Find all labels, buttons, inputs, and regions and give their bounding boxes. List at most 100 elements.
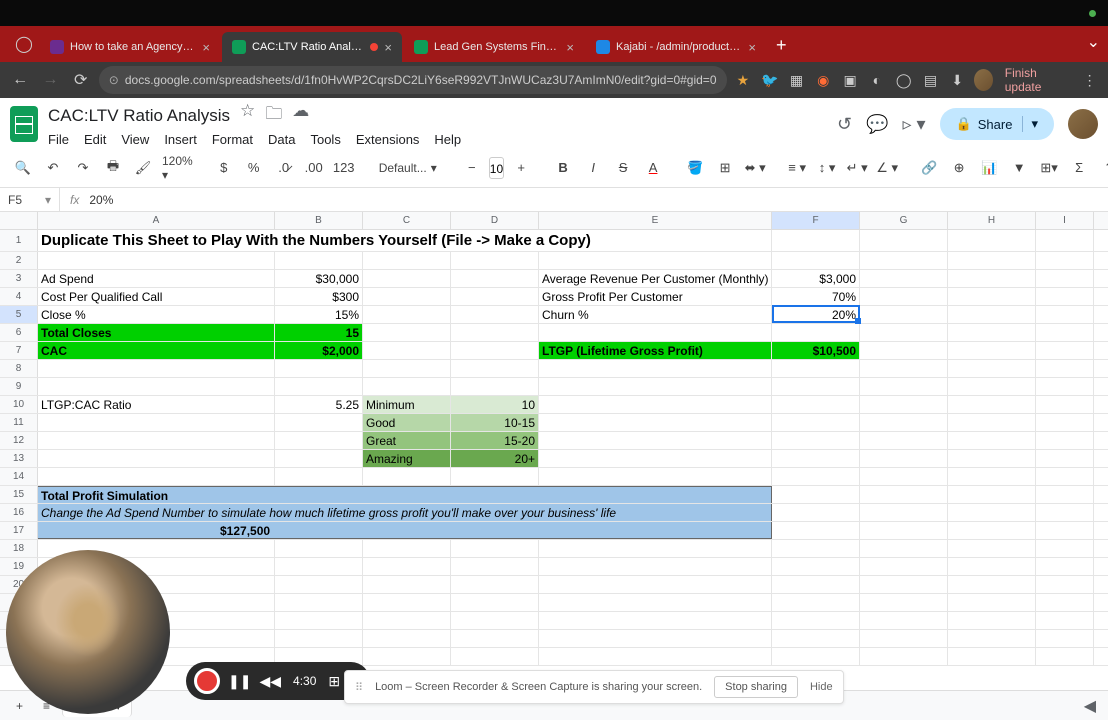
- cell[interactable]: [539, 396, 772, 413]
- cell[interactable]: [363, 252, 451, 269]
- menu-data[interactable]: Data: [268, 132, 295, 147]
- cell[interactable]: [539, 414, 772, 431]
- cell[interactable]: [1036, 522, 1094, 539]
- cell[interactable]: [38, 414, 275, 431]
- cell[interactable]: [860, 630, 948, 647]
- zoom-select[interactable]: 120% ▾: [160, 154, 195, 182]
- cell[interactable]: [772, 360, 860, 377]
- cell[interactable]: [38, 450, 275, 467]
- cell[interactable]: [451, 378, 539, 395]
- cell[interactable]: Good: [363, 414, 451, 431]
- row-header[interactable]: 14: [0, 468, 38, 485]
- cell[interactable]: [363, 612, 451, 629]
- menu-tools[interactable]: Tools: [310, 132, 340, 147]
- row-header[interactable]: 4: [0, 288, 38, 305]
- cell[interactable]: [772, 630, 860, 647]
- rotate-button[interactable]: ∠ ▾: [874, 155, 900, 181]
- row-header[interactable]: 8: [0, 360, 38, 377]
- increase-decimal-button[interactable]: .00: [301, 155, 327, 181]
- cell[interactable]: 70%: [772, 288, 860, 305]
- loom-camera-bubble[interactable]: [6, 550, 170, 714]
- borders-button[interactable]: ⊞: [712, 155, 738, 181]
- row-header[interactable]: 12: [0, 432, 38, 449]
- row-header[interactable]: 9: [0, 378, 38, 395]
- cell[interactable]: [772, 378, 860, 395]
- loom-rewind-button[interactable]: ◀◀: [259, 673, 281, 690]
- move-icon[interactable]: 🗀: [265, 101, 282, 130]
- cell[interactable]: [772, 450, 860, 467]
- row-header[interactable]: 2: [0, 252, 38, 269]
- cell[interactable]: 20+: [451, 450, 539, 467]
- cell[interactable]: [948, 288, 1036, 305]
- cell[interactable]: [860, 342, 948, 359]
- row-header[interactable]: 1: [0, 230, 38, 251]
- cell[interactable]: [948, 540, 1036, 557]
- cell[interactable]: [363, 558, 451, 575]
- menu-edit[interactable]: Edit: [84, 132, 106, 147]
- row-header[interactable]: 3: [0, 270, 38, 287]
- col-header-D[interactable]: D: [451, 212, 539, 229]
- cell[interactable]: [539, 360, 772, 377]
- sheets-logo-icon[interactable]: [10, 106, 38, 142]
- cell[interactable]: Total Profit Simulation: [38, 486, 772, 503]
- cell[interactable]: [539, 612, 772, 629]
- cell[interactable]: [1036, 576, 1094, 593]
- cell[interactable]: [948, 306, 1036, 323]
- cell[interactable]: $10,500: [772, 342, 860, 359]
- italic-button[interactable]: I: [580, 155, 606, 181]
- row-header[interactable]: 5: [0, 306, 38, 323]
- decrease-font-button[interactable]: −: [459, 155, 485, 181]
- cell[interactable]: [275, 612, 363, 629]
- cell[interactable]: [948, 486, 1036, 503]
- menu-view[interactable]: View: [121, 132, 149, 147]
- wrap-button[interactable]: ↵ ▾: [844, 155, 870, 181]
- merge-button[interactable]: ⬌ ▾: [742, 155, 768, 181]
- cell[interactable]: [275, 450, 363, 467]
- add-sheet-button[interactable]: +: [8, 695, 31, 717]
- increase-font-button[interactable]: +: [508, 155, 534, 181]
- cell[interactable]: [860, 450, 948, 467]
- cell[interactable]: [539, 468, 772, 485]
- cell[interactable]: [38, 432, 275, 449]
- cell[interactable]: [948, 324, 1036, 341]
- cell[interactable]: $3,000: [772, 270, 860, 287]
- browser-tab-0[interactable]: How to take an Agency/B2B... ×: [40, 32, 220, 62]
- browser-menu-icon[interactable]: ⋮: [1079, 68, 1100, 92]
- cell[interactable]: [772, 504, 860, 521]
- cell[interactable]: [860, 576, 948, 593]
- redo-button[interactable]: ↷: [70, 155, 96, 181]
- collapse-toolbar-button[interactable]: ⌃: [1096, 155, 1108, 181]
- cell[interactable]: [860, 558, 948, 575]
- cell[interactable]: [363, 360, 451, 377]
- menu-format[interactable]: Format: [212, 132, 253, 147]
- cell[interactable]: [948, 396, 1036, 413]
- decrease-decimal-button[interactable]: .0̷: [271, 155, 297, 181]
- cell[interactable]: [539, 558, 772, 575]
- cell[interactable]: [539, 540, 772, 557]
- col-header-G[interactable]: G: [860, 212, 948, 229]
- cell[interactable]: [275, 414, 363, 431]
- menu-insert[interactable]: Insert: [164, 132, 197, 147]
- cell[interactable]: [1036, 396, 1094, 413]
- cell[interactable]: [772, 558, 860, 575]
- cell[interactable]: [1036, 414, 1094, 431]
- cell[interactable]: [772, 486, 860, 503]
- cell[interactable]: [539, 378, 772, 395]
- cell[interactable]: LTGP:CAC Ratio: [38, 396, 275, 413]
- cell[interactable]: [772, 522, 860, 539]
- close-icon[interactable]: ×: [384, 40, 392, 55]
- cell[interactable]: 15: [275, 324, 363, 341]
- cell[interactable]: Average Revenue Per Customer (Monthly): [539, 270, 772, 287]
- cell[interactable]: [860, 486, 948, 503]
- font-size-input[interactable]: 10: [489, 157, 504, 179]
- cell[interactable]: [275, 360, 363, 377]
- cell[interactable]: [539, 594, 772, 611]
- cell[interactable]: [948, 342, 1036, 359]
- cell[interactable]: Ad Spend: [38, 270, 275, 287]
- cell[interactable]: [1036, 230, 1094, 251]
- cell[interactable]: [772, 594, 860, 611]
- close-icon[interactable]: ×: [566, 40, 574, 55]
- cell[interactable]: Cost Per Qualified Call: [38, 288, 275, 305]
- cell[interactable]: [860, 252, 948, 269]
- cell[interactable]: [948, 648, 1036, 665]
